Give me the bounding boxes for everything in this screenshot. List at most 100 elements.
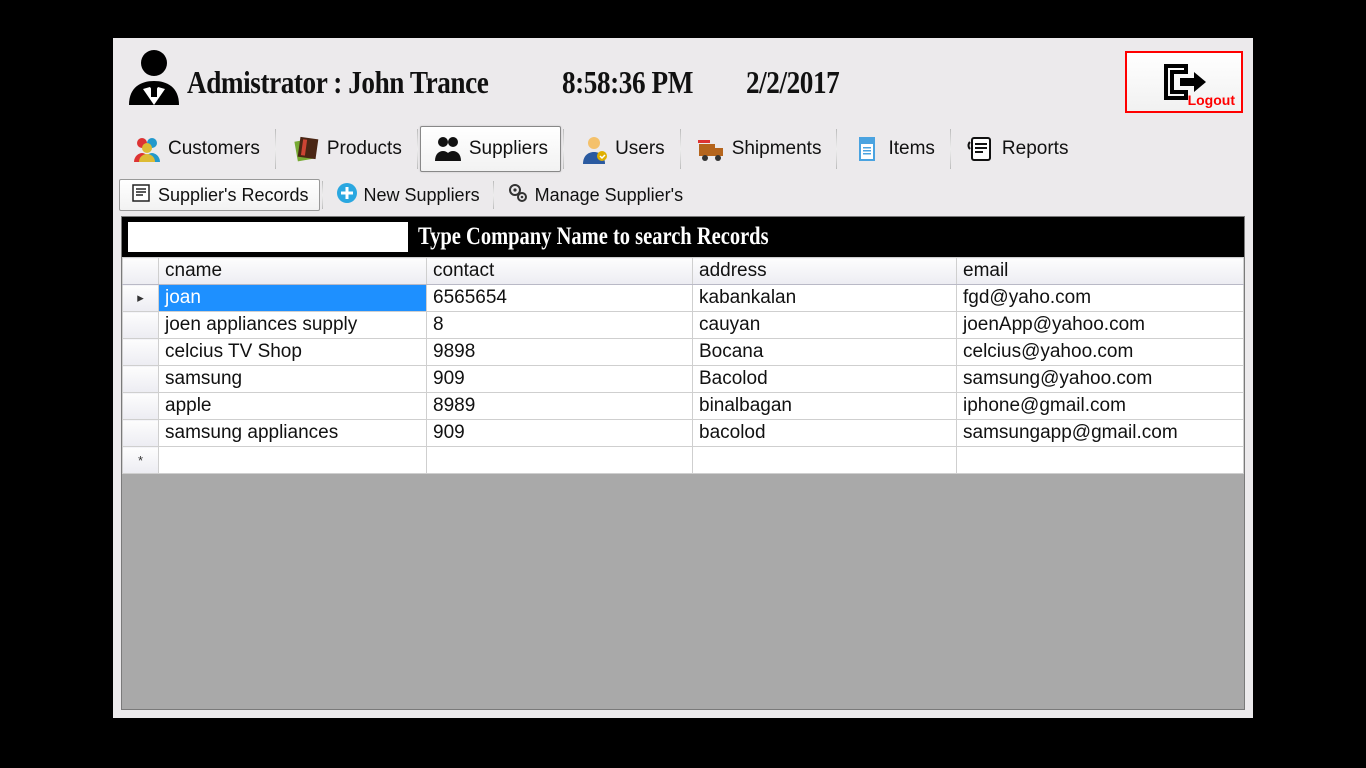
cell-empty[interactable] — [693, 447, 957, 474]
sub-nav: Supplier's Records New Suppliers Manage … — [113, 176, 1253, 214]
nav-suppliers[interactable]: Suppliers — [420, 126, 561, 172]
subnav-label: New Suppliers — [364, 185, 480, 206]
users-icon — [579, 134, 609, 164]
cell-cname[interactable]: joen appliances supply — [159, 312, 427, 339]
cell-cname[interactable]: samsung — [159, 366, 427, 393]
app-window: Admistrator : John Trance 8:58:36 PM 2/2… — [113, 38, 1253, 718]
subnav-label: Supplier's Records — [158, 185, 309, 206]
table-row[interactable]: samsung appliances909bacolodsamsungapp@g… — [123, 420, 1244, 447]
nav-label: Customers — [168, 138, 260, 160]
nav-reports[interactable]: Reports — [953, 126, 1082, 172]
admin-avatar-icon — [123, 47, 185, 117]
col-header-address[interactable]: address — [693, 258, 957, 285]
nav-users[interactable]: Users — [566, 126, 678, 172]
products-icon — [291, 134, 321, 164]
nav-label: Users — [615, 138, 665, 160]
cell-cname[interactable]: joan — [159, 285, 427, 312]
nav-label: Shipments — [732, 138, 822, 160]
row-indicator — [123, 420, 159, 447]
subnav-new-suppliers[interactable]: New Suppliers — [325, 179, 491, 211]
nav-label: Reports — [1002, 138, 1069, 160]
search-hint: Type Company Name to search Records — [418, 223, 769, 251]
cell-address[interactable]: Bocana — [693, 339, 957, 366]
row-indicator — [123, 339, 159, 366]
cell-email[interactable]: joenApp@yahoo.com — [957, 312, 1244, 339]
nav-items[interactable]: Items — [839, 126, 947, 172]
table-row[interactable]: joen appliances supply8cauyanjoenApp@yah… — [123, 312, 1244, 339]
nav-products[interactable]: Products — [278, 126, 415, 172]
row-indicator — [123, 312, 159, 339]
col-header-contact[interactable]: contact — [427, 258, 693, 285]
cell-email[interactable]: celcius@yahoo.com — [957, 339, 1244, 366]
nav-label: Products — [327, 138, 402, 160]
items-icon — [852, 134, 882, 164]
table-row[interactable]: celcius TV Shop9898Bocanacelcius@yahoo.c… — [123, 339, 1244, 366]
cell-address[interactable]: cauyan — [693, 312, 957, 339]
cell-contact[interactable]: 909 — [427, 366, 693, 393]
cell-empty[interactable] — [159, 447, 427, 474]
col-header-cname[interactable]: cname — [159, 258, 427, 285]
cell-empty[interactable] — [427, 447, 693, 474]
cell-address[interactable]: binalbagan — [693, 393, 957, 420]
reports-icon — [966, 134, 996, 164]
logout-label: Logout — [1188, 92, 1235, 108]
cell-email[interactable]: fgd@yaho.com — [957, 285, 1244, 312]
cell-contact[interactable]: 9898 — [427, 339, 693, 366]
row-indicator — [123, 366, 159, 393]
cell-contact[interactable]: 8989 — [427, 393, 693, 420]
cell-address[interactable]: bacolod — [693, 420, 957, 447]
search-input[interactable] — [128, 222, 408, 252]
main-nav: Customers Products Suppliers Users — [113, 122, 1253, 176]
table-row[interactable]: samsung909Bacolodsamsung@yahoo.com — [123, 366, 1244, 393]
table-new-row[interactable]: * — [123, 447, 1244, 474]
nav-customers[interactable]: Customers — [119, 126, 273, 172]
cell-cname[interactable]: celcius TV Shop — [159, 339, 427, 366]
clock-time: 8:58:36 PM — [562, 64, 693, 101]
nav-separator — [275, 129, 276, 169]
subnav-suppliers-records[interactable]: Supplier's Records — [119, 179, 320, 211]
content-panel: Type Company Name to search Records cnam… — [121, 216, 1245, 710]
data-grid[interactable]: cname contact address email ▸joan6565654… — [122, 257, 1244, 474]
cell-cname[interactable]: samsung appliances — [159, 420, 427, 447]
cell-email[interactable]: samsung@yahoo.com — [957, 366, 1244, 393]
nav-separator — [950, 129, 951, 169]
gear-icon — [507, 182, 529, 209]
nav-label: Suppliers — [469, 138, 548, 160]
nav-separator — [563, 129, 564, 169]
shipments-icon — [696, 134, 726, 164]
subnav-label: Manage Supplier's — [535, 185, 684, 206]
suppliers-icon — [433, 134, 463, 164]
nav-label: Items — [888, 138, 934, 160]
nav-shipments[interactable]: Shipments — [683, 126, 835, 172]
row-new-indicator: * — [123, 447, 159, 474]
table-row[interactable]: apple8989binalbaganiphone@gmail.com — [123, 393, 1244, 420]
subnav-separator — [322, 181, 323, 209]
cell-address[interactable]: kabankalan — [693, 285, 957, 312]
cell-email[interactable]: iphone@gmail.com — [957, 393, 1244, 420]
row-header-corner — [123, 258, 159, 285]
admin-label: Admistrator : John Trance — [187, 64, 488, 101]
col-header-email[interactable]: email — [957, 258, 1244, 285]
header-bar: Admistrator : John Trance 8:58:36 PM 2/2… — [113, 38, 1253, 122]
clock-date: 2/2/2017 — [746, 64, 839, 101]
cell-contact[interactable]: 6565654 — [427, 285, 693, 312]
row-indicator — [123, 393, 159, 420]
records-icon — [130, 182, 152, 209]
nav-separator — [680, 129, 681, 169]
subnav-separator — [493, 181, 494, 209]
cell-empty[interactable] — [957, 447, 1244, 474]
cell-contact[interactable]: 8 — [427, 312, 693, 339]
cell-email[interactable]: samsungapp@gmail.com — [957, 420, 1244, 447]
nav-separator — [417, 129, 418, 169]
cell-cname[interactable]: apple — [159, 393, 427, 420]
customers-icon — [132, 134, 162, 164]
nav-separator — [836, 129, 837, 169]
cell-address[interactable]: Bacolod — [693, 366, 957, 393]
table-row[interactable]: ▸joan6565654kabankalanfgd@yaho.com — [123, 285, 1244, 312]
search-bar: Type Company Name to search Records — [122, 217, 1244, 257]
subnav-manage-suppliers[interactable]: Manage Supplier's — [496, 179, 695, 211]
row-indicator: ▸ — [123, 285, 159, 312]
logout-button[interactable]: Logout — [1125, 51, 1243, 113]
add-icon — [336, 182, 358, 209]
cell-contact[interactable]: 909 — [427, 420, 693, 447]
